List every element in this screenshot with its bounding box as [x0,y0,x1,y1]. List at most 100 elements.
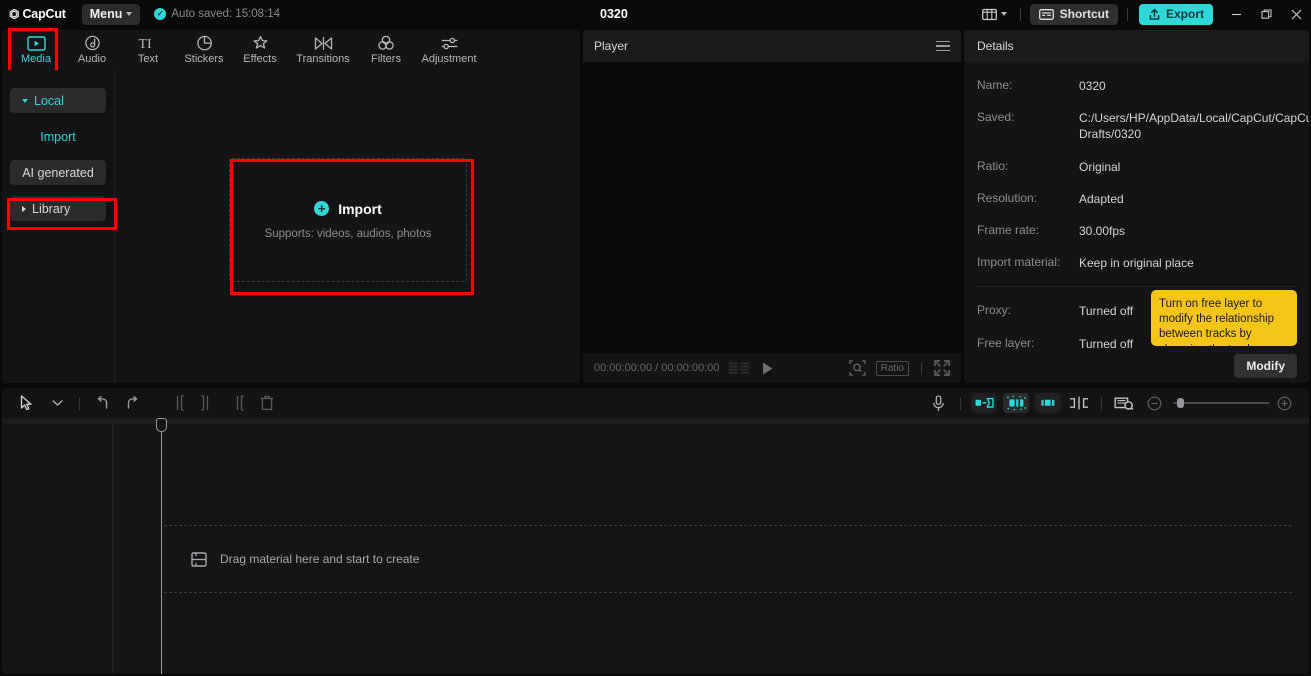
sidebar-item-ai-generated[interactable]: AI generated [10,160,106,185]
player-panel: Player 00:00:00:00 / 00:00:00:00 Ratio [583,30,961,383]
triangle-right-icon [22,205,26,212]
tab-audio[interactable]: Audio [64,30,120,70]
tab-transitions[interactable]: Transitions [288,30,358,70]
trash-icon [260,395,274,411]
effects-icon [253,35,267,49]
export-button[interactable]: Export [1138,3,1213,25]
close-button[interactable] [1281,0,1311,28]
timeline-drop-label: Drag material here and start to create [220,552,420,566]
select-tool-button[interactable] [12,391,42,415]
free-layer-tooltip: Turn on free layer to modify the relatio… [1151,290,1297,346]
tab-label: Transitions [296,52,350,65]
sidebar-item-label: Library [32,201,71,216]
import-row: + Import [314,201,382,217]
timeline-ruler[interactable] [2,418,1309,424]
tab-stickers[interactable]: Stickers [176,30,232,70]
mask-button[interactable] [1109,391,1139,415]
play-icon [763,362,773,374]
divider [1101,396,1102,410]
auto-cut-button[interactable] [971,393,997,413]
triangle-down-icon [22,98,28,103]
select-tool-dropdown[interactable] [42,391,72,415]
playhead-handle[interactable] [156,418,167,432]
chevron-down-icon [52,400,62,406]
fullscreen-icon [934,360,950,376]
zoom-out-button[interactable] [1139,391,1169,415]
tab-effects[interactable]: Effects [232,30,288,70]
row-label: Proxy: [977,303,1012,318]
tool-tabs: Media Audio TI Text Stickers Effects Tra… [2,30,580,70]
tab-media[interactable]: Media [8,30,64,70]
clip-left-icon [975,397,994,408]
sidebar-item-local[interactable]: Local [10,88,106,113]
split-marker-button[interactable] [1064,391,1094,415]
export-label: Export [1165,7,1204,21]
zoom-slider-track[interactable] [1173,398,1269,408]
restore-icon [1260,8,1272,19]
autosave-indicator: ✓ Auto saved: 15:08:14 [154,8,280,20]
sidebar-item-import[interactable]: Import [10,124,106,149]
split-button[interactable] [162,391,192,415]
trim-right-button[interactable] [222,391,252,415]
tab-label: Audio [77,53,107,65]
sidebar-item-library[interactable]: Library [10,196,106,221]
chevron-down-icon [1000,12,1007,16]
row-label: Saved: [977,110,1015,125]
layout-button[interactable] [978,5,1011,24]
restore-button[interactable] [1251,0,1281,28]
window-controls [1221,0,1311,28]
redo-button[interactable] [117,391,147,415]
cursor-icon [20,395,32,411]
sidebar-item-label: Local [34,93,64,108]
delete-button[interactable] [252,391,282,415]
menu-button[interactable]: Menu [81,3,141,25]
row-value: Turned off [1079,304,1134,319]
zoom-fit-icon [848,360,866,376]
modify-button[interactable]: Modify [1234,354,1297,378]
timeline-area[interactable]: Drag material here and start to create [2,418,1309,674]
shortcut-button[interactable]: Shortcut [1029,3,1118,25]
details-row-saved: Saved: C:/Users/HP/AppData/Local/CapCut/… [964,110,1309,142]
divider [960,396,961,410]
export-icon [1149,8,1160,20]
row-value: Adapted [1079,191,1124,206]
minimize-button[interactable] [1221,0,1251,28]
timeline-dropzone[interactable]: Drag material here and start to create [164,525,1292,593]
row-label: Name: [977,78,1013,92]
auto-reframe-button[interactable] [1035,393,1061,413]
auto-enhance-button[interactable] [1003,393,1029,413]
zoom-in-button[interactable] [1269,391,1299,415]
tooltip-text: Turn on free layer to modify the relatio… [1159,298,1275,346]
details-row-resolution: Resolution: Adapted [964,191,1309,207]
filters-icon [378,35,394,50]
tab-label: Media [21,52,51,65]
titlebar-actions: Shortcut Export [978,0,1311,28]
zoom-slider-knob[interactable] [1177,398,1184,408]
close-icon [1291,9,1301,19]
ratio-button[interactable]: Ratio [875,360,909,376]
tab-filters[interactable]: Filters [358,30,414,70]
app-logo: ⏣ CapCut [9,7,66,21]
tab-adjustment[interactable]: Adjustment [414,30,484,70]
record-audio-button[interactable] [923,391,953,415]
player-menu-icon[interactable] [936,40,950,52]
details-row-import-material: Import material: Keep in original place [964,255,1309,271]
import-dropzone[interactable]: + Import Supports: videos, audios, photo… [229,158,467,282]
details-footer: Modify [964,349,1309,383]
undo-button[interactable] [87,391,117,415]
details-row-ratio: Ratio: Original [964,159,1309,175]
timeline-toolbar [2,388,1309,418]
timeline-zoom-slider[interactable] [1173,398,1269,408]
tab-text[interactable]: TI Text [120,30,176,70]
zoom-out-icon [1147,396,1161,410]
player-canvas [583,62,961,353]
details-title: Details [964,30,1309,62]
trim-left-button[interactable] [192,391,222,415]
tab-label: Filters [371,53,401,65]
divider [1126,7,1128,21]
row-value: C:/Users/HP/AppData/Local/CapCut/CapCut … [1079,111,1309,142]
clip-right-icon [1040,399,1054,406]
row-value: Original [1079,159,1121,174]
frames-icon [729,362,750,374]
text-icon: TI [138,37,152,51]
